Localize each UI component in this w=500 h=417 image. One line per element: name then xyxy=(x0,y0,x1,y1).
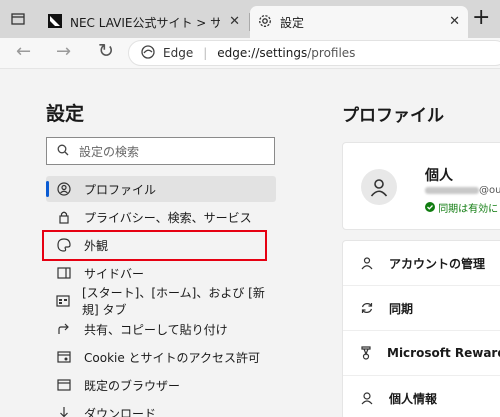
tab-settings[interactable]: 設定 ✕ xyxy=(250,6,468,38)
personal-info-icon xyxy=(359,391,375,405)
refresh-icon[interactable]: ↻ xyxy=(98,40,114,62)
download-icon xyxy=(56,405,72,417)
rewards-icon xyxy=(359,346,373,360)
email-suffix: @ou xyxy=(479,185,500,196)
sidebar-item-label: [スタート]、[ホーム]、および [新規] タブ xyxy=(82,286,265,317)
sidebar-item-downloads[interactable]: ダウンロード xyxy=(46,400,276,417)
sync-icon xyxy=(359,301,375,315)
tab-title: NEC LAVIE公式サイト > サービス&サ xyxy=(70,15,220,30)
redacted-email xyxy=(425,186,479,194)
address-divider: | xyxy=(203,46,208,60)
back-icon[interactable]: ← xyxy=(16,41,31,62)
site-favicon-icon xyxy=(48,13,62,31)
avatar[interactable] xyxy=(361,169,397,205)
sync-status-text: 同期は有効に xyxy=(438,204,499,215)
rewards-row[interactable]: Microsoft Rewards xyxy=(343,331,500,375)
sidebar-item-default-browser[interactable]: 既定のブラウザー xyxy=(46,372,276,398)
share-icon xyxy=(56,321,72,337)
menu-label: 個人情報 xyxy=(389,391,438,406)
selection-indicator xyxy=(46,181,49,197)
search-placeholder: 設定の検索 xyxy=(79,144,140,159)
close-icon[interactable]: ✕ xyxy=(229,14,240,29)
sidebar-item-label: 共有、コピーして貼り付け xyxy=(84,322,228,337)
personal-info-row[interactable]: 個人情報 xyxy=(343,376,500,417)
sidebar-item-label: プライバシー、検索、サービス xyxy=(84,210,252,225)
sidebar-icon xyxy=(56,265,72,281)
menu-label: アカウントの管理 xyxy=(389,256,486,271)
sidebar-item-start-home-tabs[interactable]: [スタート]、[ホーム]、および [新規] タブ xyxy=(46,286,276,317)
account-icon xyxy=(359,256,375,270)
person-icon xyxy=(370,179,388,197)
edge-logo-icon xyxy=(141,44,155,62)
profile-icon xyxy=(56,181,72,197)
tab-actions-icon[interactable] xyxy=(6,8,30,30)
sidebar-item-label: Cookie とサイトのアクセス許可 xyxy=(84,350,260,365)
sidebar-item-sidebar[interactable]: サイドバー xyxy=(46,260,276,286)
forward-icon[interactable]: → xyxy=(56,41,71,62)
profile-name: 個人 xyxy=(425,168,453,184)
sync-status: 同期は有効に xyxy=(425,200,498,215)
address-bar[interactable]: Edge | edge://settings /profiles xyxy=(128,40,500,66)
close-icon[interactable]: ✕ xyxy=(449,14,460,29)
url-host: edge://settings xyxy=(217,46,308,60)
url-path: /profiles xyxy=(307,46,356,60)
tab-bar: NEC LAVIE公式サイト > サービス&サ ✕ 設定 ✕ + xyxy=(0,0,500,38)
home-tabs-icon xyxy=(56,293,70,309)
section-title: プロファイル xyxy=(342,106,444,126)
gear-icon xyxy=(258,14,272,31)
cookie-icon xyxy=(56,349,72,365)
browser-icon xyxy=(56,377,72,393)
search-input[interactable]: 設定の検索 xyxy=(46,137,275,165)
sidebar-item-share[interactable]: 共有、コピーして貼り付け xyxy=(46,316,276,342)
check-icon xyxy=(425,202,435,212)
tab-nec-lavie[interactable]: NEC LAVIE公式サイト > サービス&サ ✕ xyxy=(40,6,248,38)
page-title: 設定 xyxy=(46,103,85,125)
profile-menu-card: アカウントの管理 同期 Microsoft Rewards 個人情報 xyxy=(342,240,500,417)
new-tab-icon[interactable]: + xyxy=(472,7,490,29)
sidebar-item-label: プロファイル xyxy=(84,182,157,197)
sidebar-item-label: ダウンロード xyxy=(84,406,157,417)
sidebar-item-label: サイドバー xyxy=(84,266,145,281)
account-management-row[interactable]: アカウントの管理 xyxy=(343,241,500,285)
sync-row[interactable]: 同期 xyxy=(343,286,500,330)
toolbar: ← → ↻ Edge | edge://settings /profiles xyxy=(0,38,500,68)
settings-sidebar: 設定 設定の検索 プロファイル プライバシー、検索、サービス 外観 サイドバー xyxy=(0,69,290,417)
lock-icon xyxy=(56,209,72,225)
sidebar-item-privacy[interactable]: プライバシー、検索、サービス xyxy=(46,204,276,230)
edge-label: Edge xyxy=(163,46,194,60)
sidebar-item-profiles[interactable]: プロファイル xyxy=(46,176,276,202)
menu-label: Microsoft Rewards xyxy=(387,346,500,360)
tab-title: 設定 xyxy=(280,15,305,30)
sidebar-item-label: 既定のブラウザー xyxy=(84,378,181,393)
sidebar-item-cookies[interactable]: Cookie とサイトのアクセス許可 xyxy=(46,344,276,370)
profile-card: 個人 @ou 同期は有効に xyxy=(342,142,500,230)
profile-email: @ou xyxy=(425,185,500,196)
highlight-box xyxy=(42,230,267,261)
menu-label: 同期 xyxy=(389,301,414,316)
profile-content: プロファイル 個人 @ou 同期は有効に アカウントの管理 同期 Microso… xyxy=(292,69,500,417)
search-icon xyxy=(57,144,69,159)
